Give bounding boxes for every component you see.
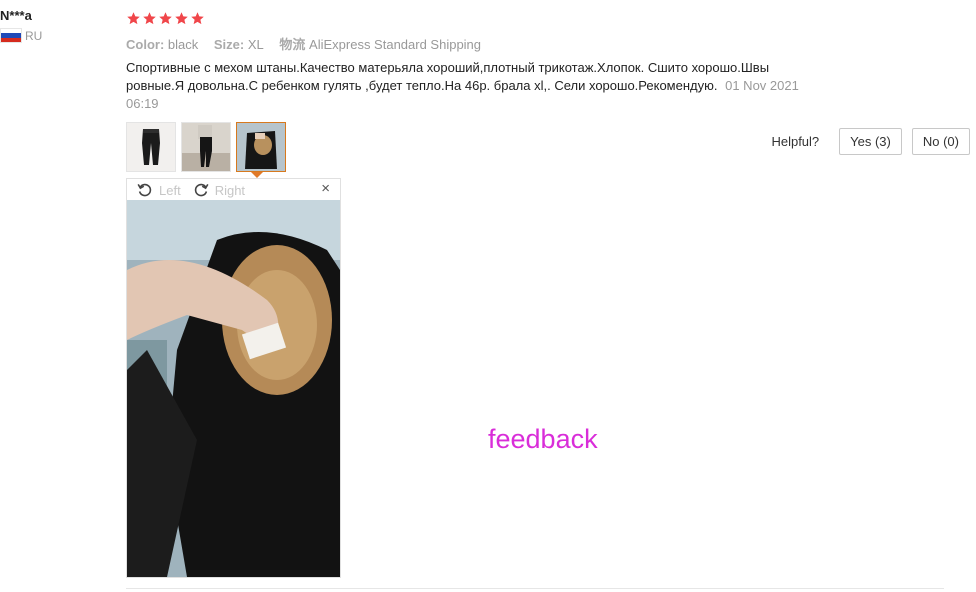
size-value: XL [247,37,264,52]
helpful-yes-button[interactable]: Yes (3) [839,128,902,155]
star-icon [174,11,189,26]
reviewer-country: RU [0,28,42,43]
helpful-no-button[interactable]: No (0) [911,128,970,155]
star-rating [126,11,206,27]
fleece-pants-photo [127,200,340,577]
pants-fleece-image [237,123,285,171]
size-key: Size: [213,37,245,52]
pants-flat-image [127,123,175,171]
color-value: black [167,37,199,52]
star-icon [158,11,173,26]
star-icon [190,11,205,26]
rotate-left-label: Left [159,182,181,198]
review-divider [126,588,944,589]
helpful-vote: Helpful? Yes (3) No (0) [771,128,970,155]
country-code: RU [25,28,43,43]
review-text: Спортивные с мехом штаны.Качество матерь… [126,59,826,113]
rotate-left-button[interactable]: Left [137,182,181,198]
rotate-right-label: Right [214,182,246,198]
reviewer-name: N***a [0,8,32,23]
thumb-pants-flat[interactable] [126,122,176,172]
rotate-right-button[interactable]: Right [193,182,245,198]
shipping-value: AliExpress Standard Shipping [309,37,482,52]
thumb-pants-fleece[interactable] [236,122,286,172]
rotate-left-icon [137,183,152,197]
pants-worn-image [182,123,230,171]
review-content: Спортивные с мехом штаны.Качество матерь… [126,60,770,93]
review-photo [127,200,340,577]
review-thumbnails [126,122,291,172]
star-icon [126,11,141,26]
star-icon [142,11,157,26]
close-icon[interactable]: × [321,181,330,197]
color-key: Color: [126,37,165,52]
feedback-watermark: feedback [488,424,598,454]
thumb-pants-worn[interactable] [181,122,231,172]
reviewer-info: N***a [0,8,32,23]
russia-flag-icon [0,28,22,43]
rotate-right-icon [194,183,209,197]
helpful-label: Helpful? [771,134,820,149]
shipping-key: 物流 [279,37,306,52]
image-viewer: Left Right × [126,178,341,578]
order-meta: Color: black Size: XL 物流 AliExpress Stan… [126,34,493,53]
viewer-toolbar: Left Right × [127,179,340,201]
